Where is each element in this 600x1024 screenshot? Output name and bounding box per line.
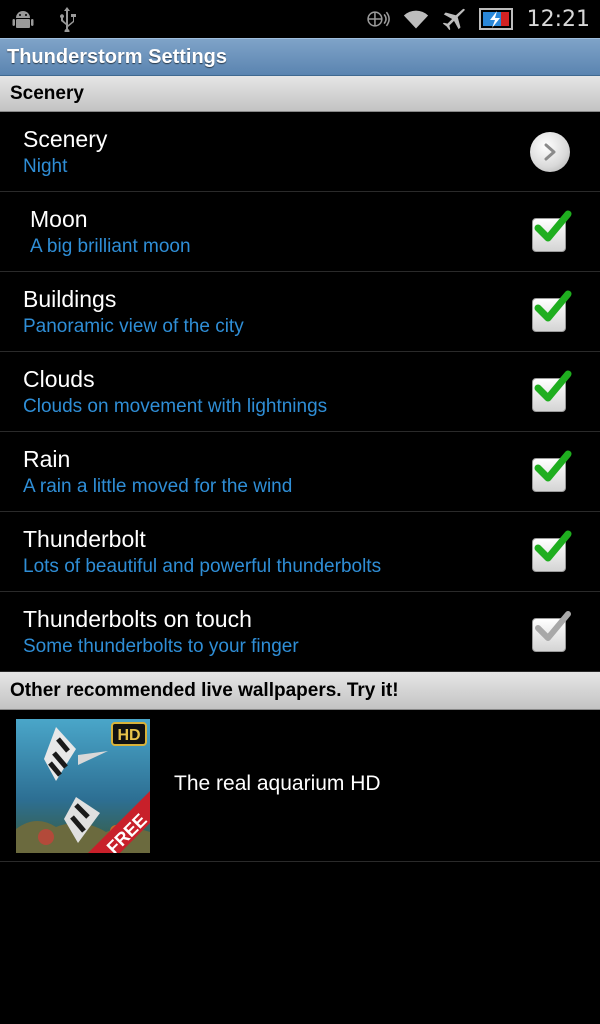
sync-icon bbox=[365, 6, 391, 32]
airplane-icon bbox=[441, 6, 467, 32]
section-header-label: Other recommended live wallpapers. Try i… bbox=[10, 679, 399, 701]
checkmark-icon bbox=[535, 611, 571, 641]
clouds-checkbox[interactable] bbox=[528, 370, 572, 414]
aquarium-thumbnail: HD FREE bbox=[16, 719, 150, 853]
checkmark-icon bbox=[534, 450, 572, 482]
moon-checkbox[interactable] bbox=[528, 210, 572, 254]
buildings-checkbox[interactable] bbox=[528, 290, 572, 334]
pref-summary: A rain a little moved for the wind bbox=[23, 476, 293, 497]
checkmark-icon bbox=[534, 370, 572, 402]
recommended-item[interactable]: HD FREE The real aquarium HD bbox=[0, 710, 600, 862]
checkmark-icon bbox=[534, 290, 572, 322]
wifi-icon bbox=[403, 6, 429, 32]
checkmark-icon bbox=[534, 530, 572, 562]
pref-summary: A big brilliant moon bbox=[30, 236, 191, 257]
chevron-right-icon bbox=[530, 132, 570, 172]
page-title: Thunderstorm Settings bbox=[7, 45, 228, 68]
status-bar: 12:21 bbox=[0, 0, 600, 38]
thunderbolts-on-touch-checkbox[interactable] bbox=[528, 610, 572, 654]
pref-rain[interactable]: Rain A rain a little moved for the wind bbox=[0, 432, 600, 512]
pref-title: Thunderbolts on touch bbox=[23, 606, 252, 632]
pref-title: Clouds bbox=[23, 366, 95, 392]
pref-summary: Panoramic view of the city bbox=[23, 316, 244, 337]
pref-summary: Clouds on movement with lightnings bbox=[23, 396, 328, 417]
pref-buildings[interactable]: Buildings Panoramic view of the city bbox=[0, 272, 600, 352]
thunderbolt-checkbox[interactable] bbox=[528, 530, 572, 574]
pref-title: Buildings bbox=[23, 286, 117, 312]
battery-charging-icon bbox=[478, 6, 515, 32]
pref-summary: Some thunderbolts to your finger bbox=[23, 636, 299, 657]
pref-scenery[interactable]: Scenery Night bbox=[0, 112, 600, 192]
pref-clouds[interactable]: Clouds Clouds on movement with lightning… bbox=[0, 352, 600, 432]
title-bar: Thunderstorm Settings bbox=[0, 38, 600, 76]
scenery-arrow-button[interactable] bbox=[528, 130, 572, 174]
pref-thunderbolts-on-touch[interactable]: Thunderbolts on touch Some thunderbolts … bbox=[0, 592, 600, 672]
rain-checkbox[interactable] bbox=[528, 450, 572, 494]
section-header-label: Scenery bbox=[10, 82, 84, 104]
pref-moon[interactable]: Moon A big brilliant moon bbox=[0, 192, 600, 272]
android-debug-icon bbox=[10, 6, 36, 32]
pref-summary: Night bbox=[23, 156, 68, 177]
pref-thunderbolt[interactable]: Thunderbolt Lots of beautiful and powerf… bbox=[0, 512, 600, 592]
checkmark-icon bbox=[534, 210, 572, 242]
pref-title: Scenery bbox=[23, 126, 108, 152]
section-header-recommended: Other recommended live wallpapers. Try i… bbox=[0, 672, 600, 710]
pref-summary: Lots of beautiful and powerful thunderbo… bbox=[23, 556, 382, 577]
recommended-title: The real aquarium HD bbox=[174, 772, 381, 795]
hd-badge: HD bbox=[117, 727, 140, 744]
pref-title: Moon bbox=[30, 206, 88, 232]
section-header-scenery: Scenery bbox=[0, 76, 600, 112]
pref-title: Thunderbolt bbox=[23, 526, 146, 552]
clock: 12:21 bbox=[526, 6, 590, 32]
pref-title: Rain bbox=[23, 446, 71, 472]
usb-icon bbox=[54, 6, 80, 32]
